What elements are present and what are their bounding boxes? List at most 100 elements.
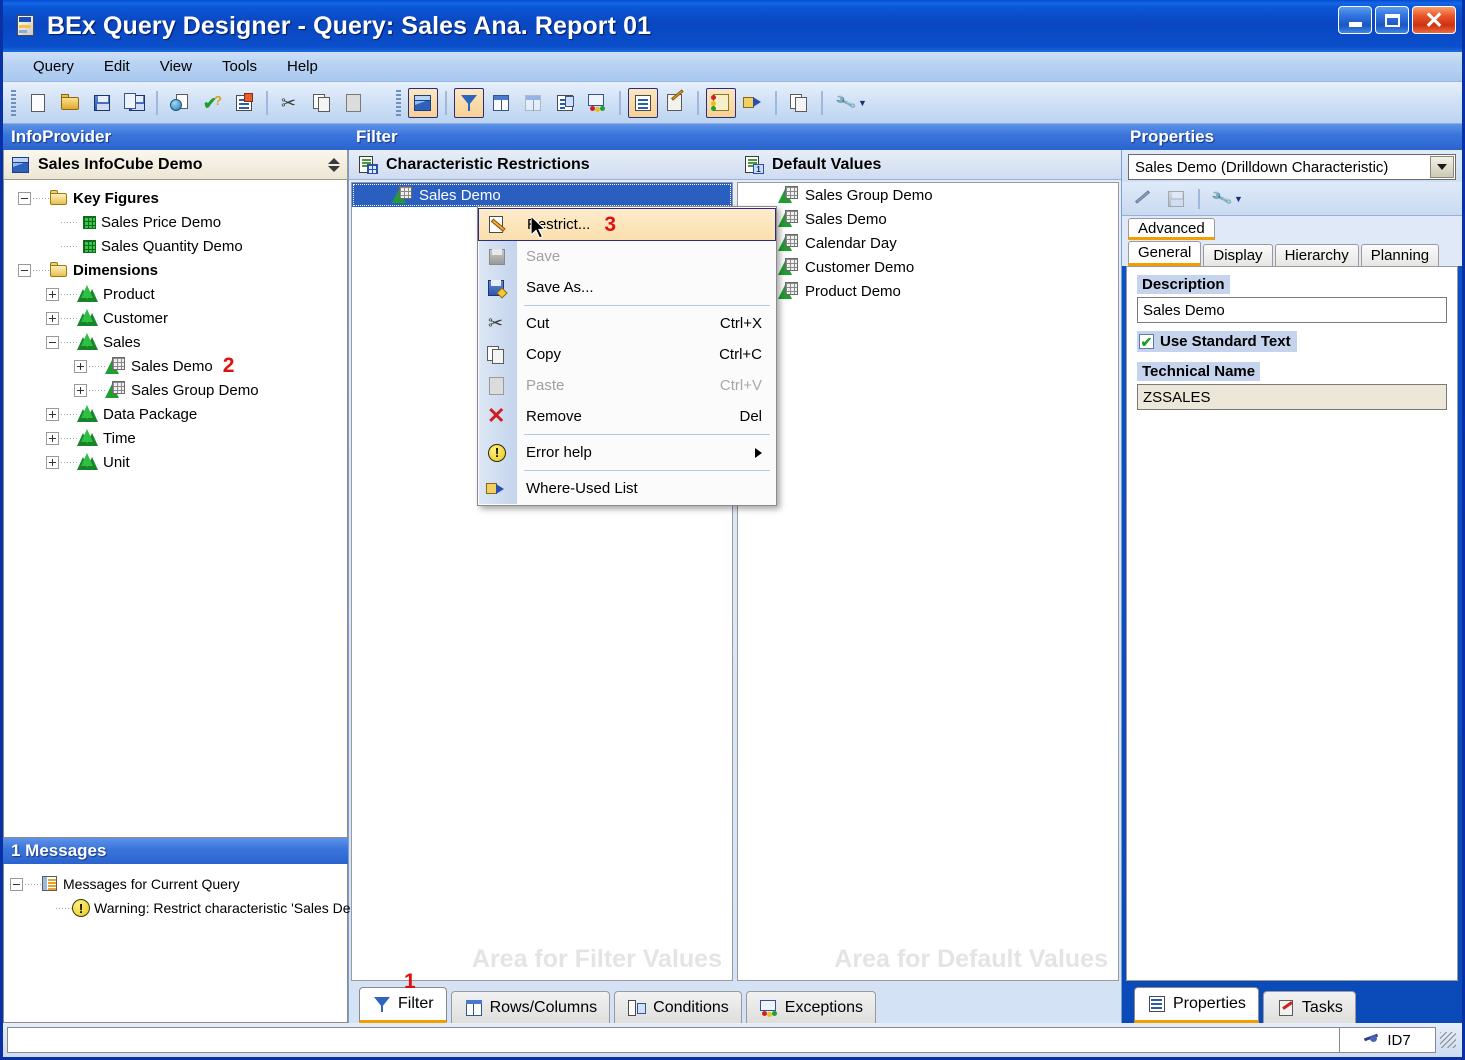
menu-view[interactable]: View <box>146 55 206 78</box>
tab-display[interactable]: Display <box>1203 244 1273 266</box>
tree-node-sales-group-demo[interactable]: Sales Group Demo <box>4 378 347 402</box>
tree-node-product[interactable]: Product <box>4 282 347 306</box>
settings-wrench-icon[interactable]: 🔧 ▼ <box>1207 184 1247 214</box>
tasks-icon[interactable] <box>660 88 690 118</box>
collapse-icon[interactable] <box>18 263 31 277</box>
where-used-icon[interactable] <box>738 88 768 118</box>
query-properties-icon[interactable] <box>229 88 259 118</box>
expand-icon[interactable] <box>74 383 87 397</box>
expand-icon[interactable] <box>46 455 59 469</box>
expand-icon[interactable] <box>46 311 59 325</box>
tree-node-sales-price-demo[interactable]: Sales Price Demo <box>4 210 347 234</box>
chevron-down-icon[interactable] <box>1430 156 1454 178</box>
tab-rows-columns[interactable]: Rows/Columns <box>450 991 611 1023</box>
publish-web-icon[interactable] <box>165 88 195 118</box>
copy-icon[interactable] <box>307 88 337 118</box>
context-menu-item-cut[interactable]: ✂ Cut Ctrl+X <box>478 308 776 339</box>
tab-filter[interactable]: Filter 1 <box>359 970 447 1023</box>
context-menu-item-copy[interactable]: Copy Ctrl+C <box>478 339 776 370</box>
tree-node-sales-quantity-demo[interactable]: Sales Quantity Demo <box>4 234 347 258</box>
properties-object-selector[interactable]: Sales Demo (Drilldown Characteristic) <box>1128 154 1456 180</box>
default-value-item[interactable]: Customer Demo <box>738 255 1118 279</box>
messages-root-expander[interactable] <box>10 877 23 891</box>
maximize-button[interactable] <box>1375 6 1409 34</box>
infoprovider-tree[interactable]: Key Figures Sales Price Demo Sales Quantit… <box>3 180 348 838</box>
documents-icon[interactable] <box>784 88 814 118</box>
check-query-icon[interactable]: ✔? <box>197 88 227 118</box>
tab-exceptions[interactable]: Exceptions <box>745 991 877 1023</box>
collapse-icon[interactable] <box>18 191 31 205</box>
menu-query[interactable]: Query <box>19 55 88 78</box>
tree-node-sales-demo[interactable]: Sales Demo 2 <box>4 354 347 378</box>
collapse-icon[interactable] <box>46 335 59 349</box>
conditions-icon[interactable] <box>550 88 580 118</box>
status-system-id: ID7 <box>1340 1027 1436 1053</box>
expand-icon[interactable] <box>46 431 59 445</box>
default-values-pane: 1 Default Values Sales Group Demo Sales D… <box>735 150 1121 983</box>
description-field[interactable]: Sales Demo <box>1137 297 1447 323</box>
cell-editor-icon[interactable] <box>518 88 548 118</box>
expand-icon[interactable] <box>46 287 59 301</box>
context-menu-item-save-as[interactable]: Save As... <box>478 272 776 303</box>
tree-node-data-package[interactable]: Data Package <box>4 402 347 426</box>
context-menu-item-restrict[interactable]: Restrict... 3 <box>478 208 776 241</box>
cut-icon[interactable]: ✂ <box>275 88 305 118</box>
tree-node-dimensions[interactable]: Dimensions <box>4 258 347 282</box>
default-value-item[interactable]: Product Demo <box>738 279 1118 303</box>
tab-tasks[interactable]: Tasks <box>1262 991 1356 1023</box>
new-query-icon[interactable] <box>23 88 53 118</box>
filter-item-sales-demo[interactable]: Sales Demo <box>352 183 732 207</box>
context-menu-item-label: Remove <box>526 408 582 425</box>
toolbar-grip-2[interactable] <box>396 89 401 116</box>
open-query-icon[interactable] <box>55 88 85 118</box>
infoprovider-sort-toggle[interactable] <box>327 157 341 172</box>
tab-hierarchy[interactable]: Hierarchy <box>1274 244 1359 266</box>
rows-columns-icon[interactable] <box>486 88 516 118</box>
expand-icon[interactable] <box>74 359 87 373</box>
exceptions-icon[interactable] <box>582 88 612 118</box>
tree-node-key-figures[interactable]: Key Figures <box>4 186 347 210</box>
close-button[interactable]: ✕ <box>1412 6 1456 34</box>
infoprovider-cube-icon[interactable] <box>408 87 438 118</box>
characteristic-icon <box>778 234 800 252</box>
menu-tools[interactable]: Tools <box>208 55 271 78</box>
tree-node-customer[interactable]: Customer <box>4 306 347 330</box>
messages-icon[interactable] <box>706 87 736 118</box>
default-value-item[interactable]: Calendar Day <box>738 231 1118 255</box>
default-value-item[interactable]: Sales Demo <box>738 207 1118 231</box>
context-menu-item-where-used-list[interactable]: Where-Used List <box>478 473 776 504</box>
filter-values-watermark: Area for Filter Values <box>471 945 722 973</box>
message-row[interactable]: ! Warning: Restrict characteristic 'Sale… <box>10 896 612 920</box>
resize-grip[interactable] <box>1440 1032 1456 1048</box>
tab-planning[interactable]: Planning <box>1360 244 1440 266</box>
default-values-list[interactable]: Sales Group Demo Sales Demo Calendar Day Cu… <box>737 182 1119 981</box>
tree-node-sales[interactable]: Sales <box>4 330 347 354</box>
context-menu[interactable]: Restrict... 3 Save Save As... ✂ Cut Ctrl+X Copy… <box>477 206 777 506</box>
toolbar-grip[interactable] <box>11 89 16 116</box>
tab-conditions[interactable]: Conditions <box>614 991 742 1023</box>
edit-pencil-icon[interactable] <box>1129 184 1159 214</box>
filter-funnel-icon[interactable] <box>454 87 484 118</box>
tree-node-unit[interactable]: Unit <box>4 450 347 474</box>
tab-general[interactable]: General <box>1128 241 1202 266</box>
save-disk-icon[interactable] <box>1161 184 1191 214</box>
save-as-query-icon[interactable] <box>119 88 149 118</box>
use-standard-text-row[interactable]: ✔ Use Standard Text <box>1137 331 1297 352</box>
menu-help[interactable]: Help <box>273 55 332 78</box>
menu-edit[interactable]: Edit <box>90 55 144 78</box>
paste-icon[interactable] <box>339 88 369 118</box>
minimize-button[interactable] <box>1338 6 1372 34</box>
messages-body[interactable]: Messages for Current Query ! Warning: Re… <box>3 864 612 1023</box>
context-menu-item-remove[interactable]: ✕ Remove Del <box>478 401 776 432</box>
tab-properties[interactable]: Properties <box>1134 987 1259 1023</box>
tree-node-time[interactable]: Time <box>4 426 347 450</box>
default-value-item[interactable]: Sales Group Demo <box>738 183 1118 207</box>
use-standard-text-checkbox[interactable]: ✔ <box>1139 334 1154 349</box>
settings-wrench-icon[interactable]: 🔧 ▼ <box>830 88 872 118</box>
messages-root-row[interactable]: Messages for Current Query <box>10 872 347 896</box>
context-menu-item-error-help[interactable]: ! Error help <box>478 437 776 468</box>
save-query-icon[interactable] <box>87 88 117 118</box>
expand-icon[interactable] <box>46 407 59 421</box>
properties-list-icon[interactable] <box>628 87 658 118</box>
tab-advanced[interactable]: Advanced <box>1128 218 1215 240</box>
